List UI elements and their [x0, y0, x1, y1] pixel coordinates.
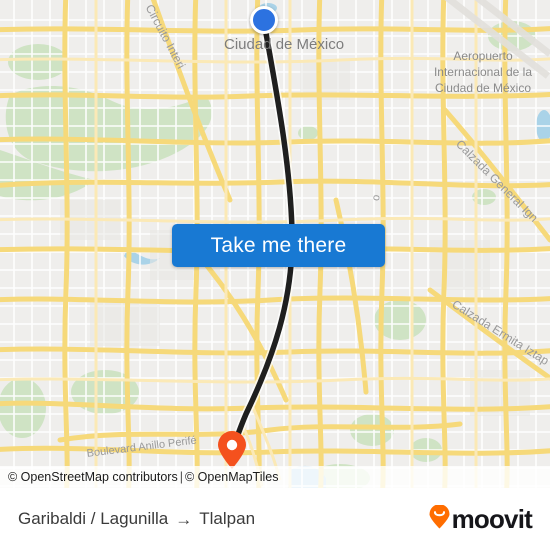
arrow-right-icon: → [175, 509, 193, 529]
attribution-separator: | [179, 470, 183, 484]
moovit-pin-icon [429, 503, 450, 534]
moovit-trip-share-card: Ciudad de México Aeropuerto Internaciona… [0, 0, 550, 550]
route-origin-label: Garibaldi / Lagunilla [18, 509, 169, 528]
origin-dot-icon[interactable] [250, 6, 278, 34]
footer-bar: Garibaldi / Lagunilla → Tlalpan moovit [0, 488, 550, 550]
destination-pin-icon[interactable] [217, 430, 247, 470]
route-destination-label: Tlalpan [199, 509, 256, 528]
route-title: Garibaldi / Lagunilla → Tlalpan [18, 509, 255, 529]
map-attribution: © OpenStreetMap contributors | © OpenMapTi… [0, 466, 550, 488]
attribution-osm[interactable]: © OpenStreetMap contributors [8, 470, 178, 484]
moovit-wordmark: moovit [451, 504, 533, 534]
take-me-there-button[interactable]: Take me there [172, 224, 385, 267]
map-canvas[interactable]: Ciudad de México Aeropuerto Internaciona… [0, 0, 550, 488]
moovit-logo[interactable]: moovit [429, 503, 533, 534]
attribution-tiles[interactable]: © OpenMapTiles [185, 470, 279, 484]
